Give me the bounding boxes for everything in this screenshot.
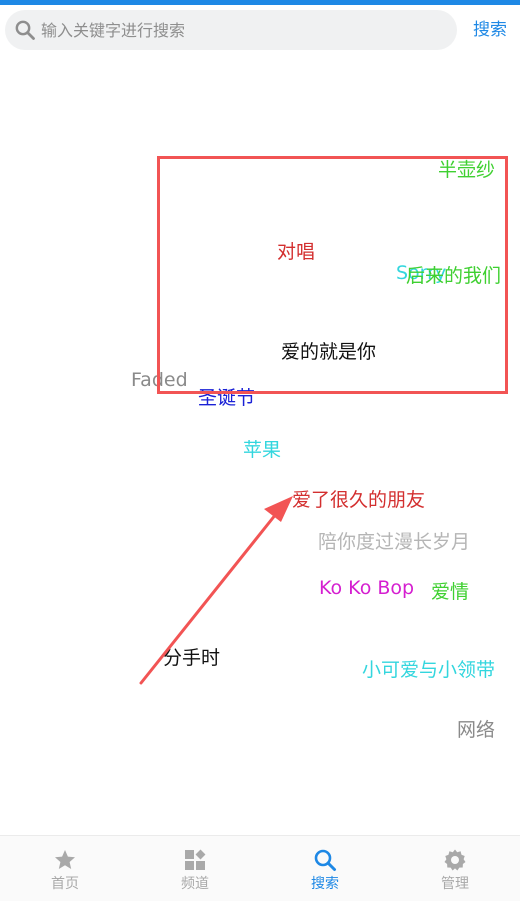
tag-item[interactable]: 网络 [457,718,495,742]
tab-label: 首页 [51,876,79,892]
tab-search[interactable]: 搜索 [260,836,390,901]
tab-channel[interactable]: 频道 [130,836,260,901]
status-accent-bar [0,0,520,5]
tag-item[interactable]: 爱了很久的朋友 [292,488,425,512]
search-input[interactable] [41,10,451,50]
tag-item[interactable]: Ko Ko Bop [319,576,414,600]
tag-item[interactable]: 圣诞节 [198,386,255,410]
hot-search-tag-cloud: 半壶纱 对唱 Sorry 后来的我们 爱的就是你 Faded 圣诞节 苹果 爱了… [0,60,520,830]
search-button[interactable]: 搜索 [466,18,514,42]
bottom-tab-bar: 首页 频道 搜索 管理 [0,835,520,901]
tag-item[interactable]: 小可爱与小领带 [362,658,495,682]
tab-label: 频道 [181,876,209,892]
grid-icon [185,849,206,870]
search-header: 搜索 [0,8,520,52]
search-icon [314,849,336,871]
tab-label: 搜索 [311,876,339,892]
tag-item[interactable]: Faded [131,368,188,392]
tab-manage[interactable]: 管理 [390,836,520,901]
tag-item[interactable]: 分手时 [163,646,220,670]
star-icon [55,850,75,869]
gear-icon [444,849,466,871]
app-screen: 搜索 半壶纱 对唱 Sorry 后来的我们 爱的就是你 Faded 圣诞节 苹果… [0,0,520,901]
tag-item[interactable]: 爱的就是你 [281,340,376,364]
tag-item[interactable]: 对唱 [277,240,315,264]
tag-item[interactable]: 半壶纱 [438,158,495,182]
tag-item[interactable]: 陪你度过漫长岁月 [318,530,470,554]
tag-item[interactable]: 爱情 [431,580,469,604]
tag-item[interactable]: 后来的我们 [406,264,501,288]
search-icon [15,20,35,40]
search-box[interactable] [5,10,457,50]
tab-home[interactable]: 首页 [0,836,130,901]
tab-label: 管理 [441,876,469,892]
tag-item[interactable]: 苹果 [243,438,281,462]
